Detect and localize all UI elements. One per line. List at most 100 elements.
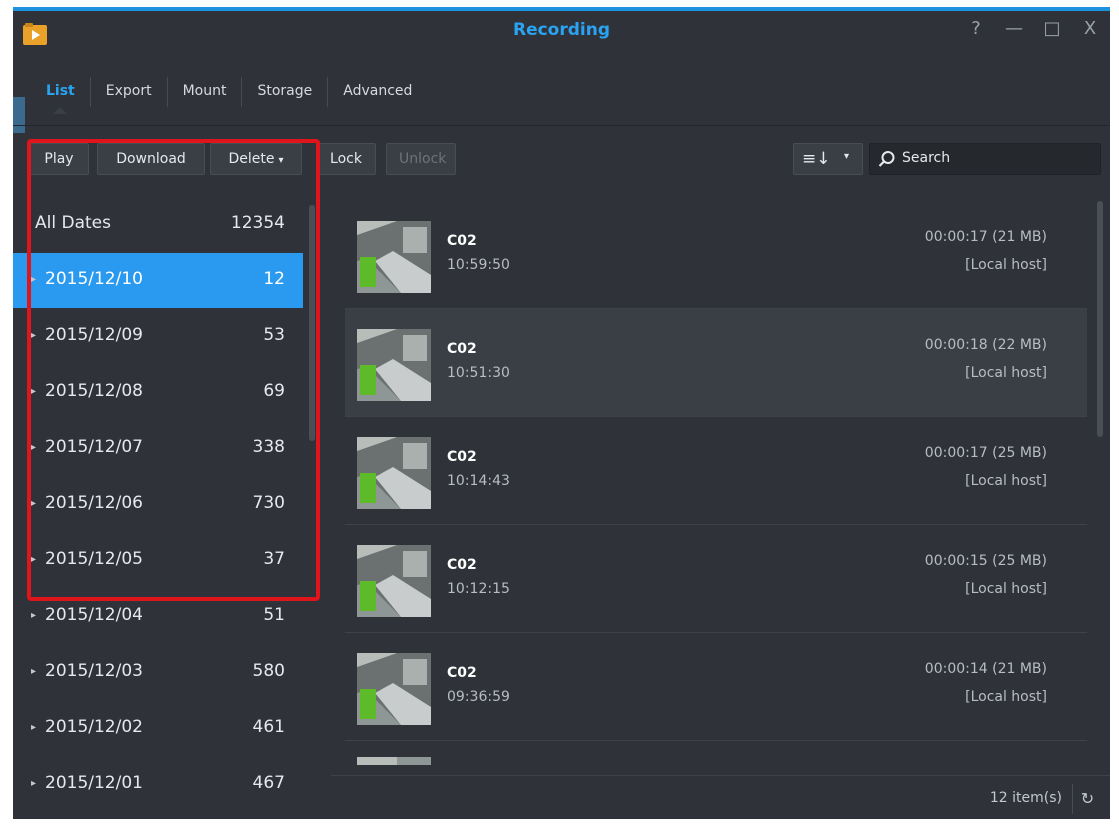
recording-time: 09:36:59 (447, 689, 510, 705)
recording-row[interactable]: C02 10:59:50 00:00:17 (21 MB) [Local hos… (345, 201, 1087, 309)
expand-arrow-icon[interactable]: ▸ (31, 274, 36, 285)
download-button[interactable]: Download (97, 143, 205, 175)
date-count: 37 (263, 549, 285, 569)
recording-host: [Local host] (965, 257, 1047, 273)
maximize-icon[interactable]: □ (1040, 17, 1064, 41)
date-row[interactable]: ▸ 2015/12/05 37 (13, 533, 303, 588)
unlock-button[interactable]: Unlock (386, 143, 456, 175)
minimize-icon[interactable]: — (1002, 17, 1026, 41)
camera-name: C02 (447, 665, 477, 681)
date-count: 12 (263, 269, 285, 289)
date-row[interactable]: ▸ 2015/12/09 53 (13, 309, 303, 364)
date-label: 2015/12/04 (45, 605, 143, 625)
camera-snapshot-icon (357, 545, 431, 617)
camera-name: C02 (447, 233, 477, 249)
tab-mount[interactable]: Mount (168, 77, 243, 107)
expand-arrow-icon[interactable]: ▸ (31, 554, 36, 565)
close-icon[interactable]: X (1078, 17, 1102, 41)
date-label: 2015/12/02 (45, 717, 143, 737)
recording-list-scrollbar[interactable] (1097, 201, 1103, 437)
date-row[interactable]: ▸ 2015/12/06 730 (13, 477, 303, 532)
date-count: 730 (252, 493, 285, 513)
recording-duration: 00:00:18 (22 MB) (924, 337, 1047, 353)
recording-host: [Local host] (965, 581, 1047, 597)
camera-name: C02 (447, 557, 477, 573)
recording-thumbnail (357, 329, 431, 401)
tab-list[interactable]: List (31, 77, 91, 114)
lock-button[interactable]: Lock (316, 143, 376, 175)
date-label: 2015/12/06 (45, 493, 143, 513)
chevron-down-icon: ▾ (278, 155, 284, 166)
date-count: 338 (252, 437, 285, 457)
delete-button-label: Delete (228, 151, 275, 167)
date-row-all[interactable]: All Dates 12354 (13, 197, 303, 252)
recording-row[interactable]: C02 10:51:30 00:00:18 (22 MB) [Local hos… (345, 309, 1087, 417)
list-footer: 12 item(s) ↻ (331, 775, 1110, 819)
date-label: 2015/12/10 (45, 269, 143, 289)
expand-arrow-icon[interactable]: ▸ (31, 666, 36, 677)
recording-row[interactable]: C02 09:36:59 00:00:14 (21 MB) [Local hos… (345, 633, 1087, 741)
item-count: 12 item(s) (989, 790, 1062, 806)
recording-row[interactable]: C02 10:12:15 00:00:15 (25 MB) [Local hos… (345, 525, 1087, 633)
delete-button[interactable]: Delete ▾ (210, 143, 302, 175)
recording-row-partial[interactable] (345, 757, 1087, 777)
search-icon (878, 151, 895, 167)
date-count: 461 (252, 717, 285, 737)
tab-bar: List Export Mount Storage Advanced (31, 77, 427, 114)
refresh-icon[interactable]: ↻ (1072, 784, 1102, 814)
title-bar: Recording ? — □ X (13, 11, 1110, 49)
expand-arrow-icon[interactable]: ▸ (31, 386, 36, 397)
tab-export[interactable]: Export (91, 77, 168, 107)
date-row[interactable]: ▸ 2015/12/03 580 (13, 645, 303, 700)
camera-snapshot-icon (357, 653, 431, 725)
tab-storage[interactable]: Storage (242, 77, 329, 107)
date-row[interactable]: ▸ 2015/12/07 338 (13, 421, 303, 476)
camera-name: C02 (447, 341, 477, 357)
unlock-button-label: Unlock (399, 151, 447, 167)
expand-arrow-icon[interactable]: ▸ (31, 442, 36, 453)
date-label: 2015/12/07 (45, 437, 143, 457)
date-label: 2015/12/01 (45, 773, 143, 793)
recording-thumbnail (357, 653, 431, 725)
play-button[interactable]: Play (29, 143, 89, 175)
date-list-scrollbar[interactable] (309, 205, 315, 441)
recording-thumbnail (357, 221, 431, 293)
expand-arrow-icon[interactable]: ▸ (31, 610, 36, 621)
camera-name: C02 (447, 449, 477, 465)
recording-duration: 00:00:14 (21 MB) (924, 661, 1047, 677)
date-row[interactable]: ▸ 2015/12/08 69 (13, 365, 303, 420)
camera-snapshot-icon (357, 221, 431, 293)
side-panel-edge (13, 97, 25, 133)
sort-button[interactable]: ≡↓ ▾ (793, 143, 863, 175)
recording-duration: 00:00:15 (25 MB) (924, 553, 1047, 569)
recording-time: 10:14:43 (447, 473, 510, 489)
date-row[interactable]: ▸ 2015/12/10 12 (13, 253, 303, 308)
date-count: 467 (252, 773, 285, 793)
recording-host: [Local host] (965, 473, 1047, 489)
date-count: 53 (263, 325, 285, 345)
recording-host: [Local host] (965, 689, 1047, 705)
recording-row[interactable]: C02 10:14:43 00:00:17 (25 MB) [Local hos… (345, 417, 1087, 525)
expand-arrow-icon[interactable]: ▸ (31, 498, 36, 509)
recording-thumbnail (357, 545, 431, 617)
expand-arrow-icon[interactable]: ▸ (31, 778, 36, 789)
recording-time: 10:51:30 (447, 365, 510, 381)
date-row[interactable]: ▸ 2015/12/01 467 (13, 757, 303, 812)
date-label: 2015/12/09 (45, 325, 143, 345)
date-row[interactable]: ▸ 2015/12/04 51 (13, 589, 303, 644)
expand-arrow-icon[interactable]: ▸ (31, 330, 36, 341)
date-row[interactable]: ▸ 2015/12/02 461 (13, 701, 303, 756)
search-input[interactable]: Search (902, 150, 950, 166)
help-icon[interactable]: ? (964, 17, 988, 41)
play-button-label: Play (44, 151, 74, 167)
camera-snapshot-icon (357, 329, 431, 401)
date-label: 2015/12/03 (45, 661, 143, 681)
chevron-down-icon: ▾ (844, 151, 850, 162)
recording-time: 10:12:15 (447, 581, 510, 597)
sort-icon: ≡↓ (802, 149, 831, 169)
recording-thumbnail (357, 437, 431, 509)
tab-advanced[interactable]: Advanced (328, 77, 427, 107)
expand-arrow-icon[interactable]: ▸ (31, 722, 36, 733)
download-button-label: Download (116, 151, 186, 167)
search-field[interactable]: Search (869, 143, 1101, 175)
